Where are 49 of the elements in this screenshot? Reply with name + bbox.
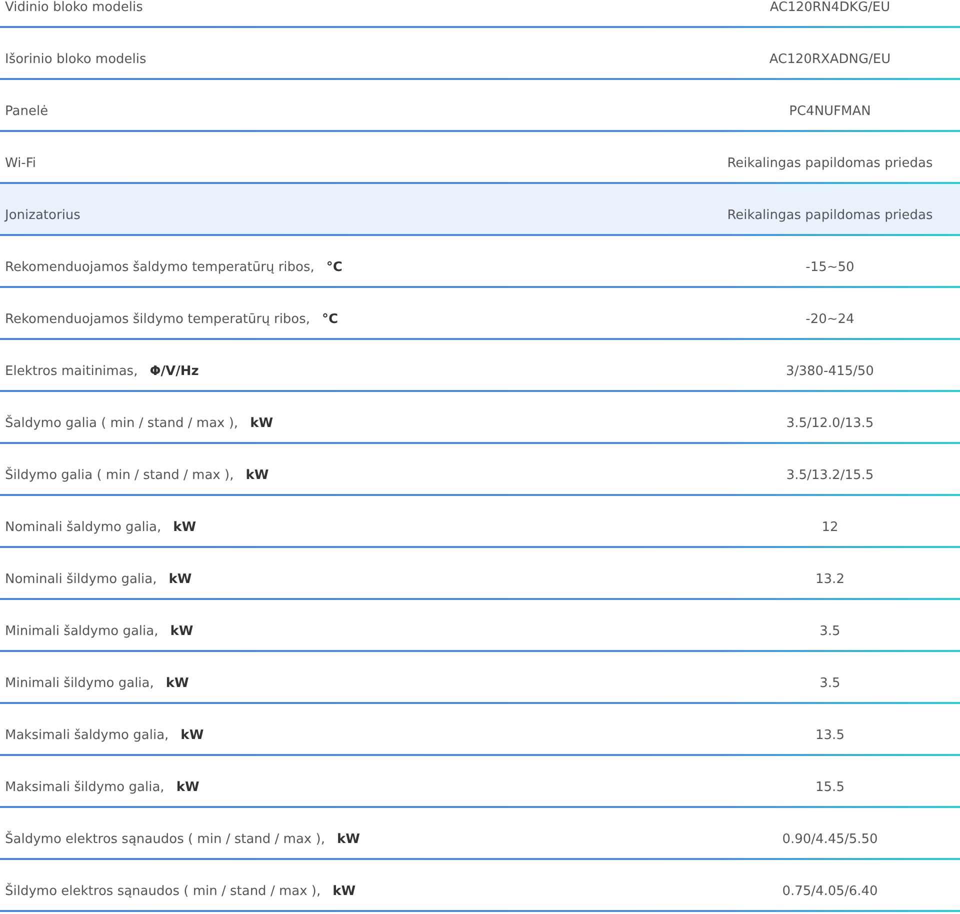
spec-value: Reikalingas papildomas priedas xyxy=(726,206,934,224)
spec-label: Minimali šaldymo galia, xyxy=(5,622,158,640)
spec-label: Šaldymo galia ( min / stand / max ), xyxy=(5,414,238,432)
spec-value: 0.90/4.45/5.50 xyxy=(781,830,879,848)
spec-value: -20~24 xyxy=(804,310,856,328)
spec-value: 3/380-415/50 xyxy=(785,362,875,380)
spec-label: Wi-Fi xyxy=(5,154,36,172)
spec-value: AC120RN4DKG/EU xyxy=(768,0,892,16)
spec-unit: kW xyxy=(246,466,269,484)
spec-value: 0.75/4.05/6.40 xyxy=(781,882,879,900)
spec-value: AC120RXADNG/EU xyxy=(768,50,892,68)
spec-value: 3.5 xyxy=(818,674,842,692)
spec-label: Nominali šaldymo galia, xyxy=(5,518,162,536)
spec-unit: °C xyxy=(326,258,342,276)
spec-label: Maksimali šildymo galia, xyxy=(5,778,164,796)
spec-value: 13.2 xyxy=(814,570,846,588)
spec-unit: kW xyxy=(180,726,204,744)
spec-unit: kW xyxy=(173,518,196,536)
spec-label: Vidinio bloko modelis xyxy=(5,0,143,16)
spec-label: Šildymo elektros sąnaudos ( min / stand / max ), xyxy=(5,882,321,900)
spec-value: 3.5/12.0/13.5 xyxy=(785,414,875,432)
spec-value: 15.5 xyxy=(814,778,846,796)
spec-label: Panelė xyxy=(5,102,48,120)
spec-label: Nominali šildymo galia, xyxy=(5,570,157,588)
spec-label: Rekomenduojamos šaldymo temperatūrų ribos, xyxy=(5,258,314,276)
spec-unit: kW xyxy=(250,414,274,432)
spec-value: 13.5 xyxy=(814,726,846,744)
spec-unit: kW xyxy=(336,830,360,848)
spec-label: Minimali šildymo galia, xyxy=(5,674,154,692)
spec-label: Šildymo galia ( min / stand / max ), xyxy=(5,466,234,484)
spec-label: Rekomenduojamos šildymo temperatūrų ribos, xyxy=(5,310,310,328)
spec-value: 3.5 xyxy=(818,622,842,640)
spec-value: Reikalingas papildomas priedas xyxy=(726,154,934,172)
spec-unit: kW xyxy=(166,674,189,692)
spec-value: 12 xyxy=(820,518,840,536)
spec-unit: kW xyxy=(170,622,194,640)
spec-label: Jonizatorius xyxy=(5,206,80,224)
spec-unit: Φ/V/Hz xyxy=(150,362,199,380)
spec-value: -15~50 xyxy=(804,258,856,276)
spec-value: 3.5/13.2/15.5 xyxy=(785,466,875,484)
spec-label: Šaldymo elektros sąnaudos ( min / stand / max ), xyxy=(5,830,325,848)
spec-unit: °C xyxy=(322,310,338,328)
spec-label: Išorinio bloko modelis xyxy=(5,50,146,68)
spec-label: Maksimali šaldymo galia, xyxy=(5,726,169,744)
spec-unit: kW xyxy=(332,882,356,900)
spec-label: Elektros maitinimas, xyxy=(5,362,138,380)
spec-unit: kW xyxy=(168,570,192,588)
spec-unit: kW xyxy=(176,778,200,796)
spec-value: PC4NUFMAN xyxy=(788,102,872,120)
